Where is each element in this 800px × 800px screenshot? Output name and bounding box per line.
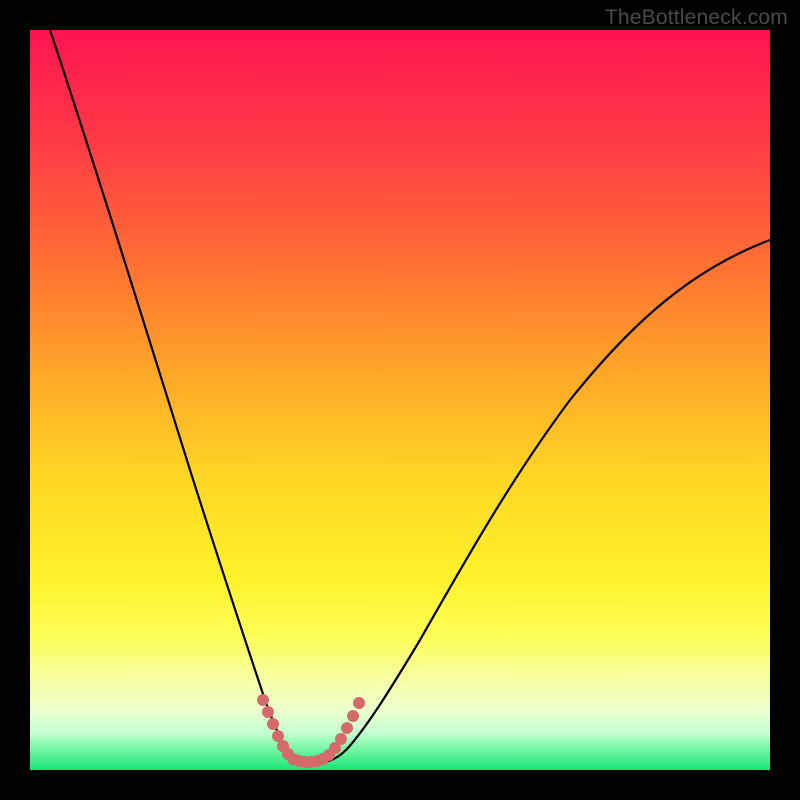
plot-area [30, 30, 770, 770]
curve-layer [30, 30, 770, 770]
bottleneck-curve [50, 30, 770, 763]
marker-dots [257, 694, 365, 768]
chart-frame: TheBottleneck.com [0, 0, 800, 800]
watermark-text: TheBottleneck.com [605, 6, 788, 30]
